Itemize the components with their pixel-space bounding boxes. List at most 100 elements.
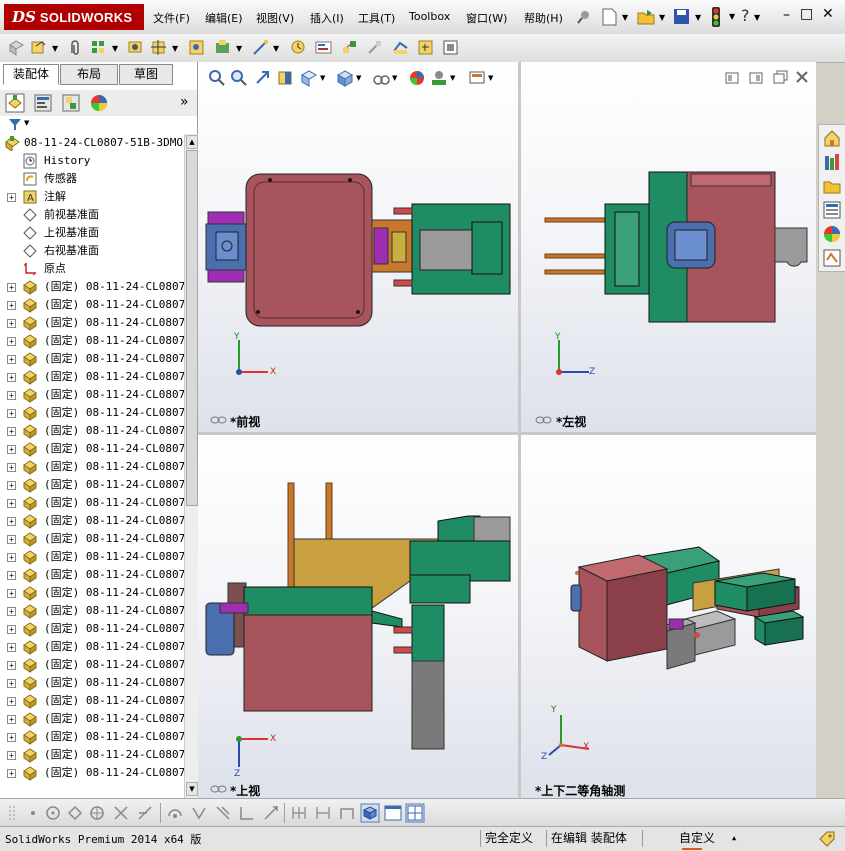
new-dropdown-arrow[interactable]: ▼ xyxy=(622,13,628,22)
tree-item-history[interactable]: History xyxy=(0,152,184,170)
property-manager-tab-icon[interactable] xyxy=(33,93,53,113)
filter-dropdown-arrow[interactable]: ▼ xyxy=(24,119,29,127)
tree-item-component[interactable]: + (固定) 08-11-24-CL0807- xyxy=(0,350,184,368)
expand-toggle[interactable]: + xyxy=(7,391,16,400)
take-snapshot-icon[interactable] xyxy=(442,39,459,56)
tree-item-component[interactable]: + (固定) 08-11-24-CL0807- xyxy=(0,584,184,602)
viewport-front[interactable]: ▼ ▼ ▼ ▼ ▼ Y X *前视 xyxy=(198,62,518,432)
mate-icon[interactable] xyxy=(30,39,47,56)
appearances-scenes-icon[interactable] xyxy=(822,224,842,244)
line-icon[interactable] xyxy=(262,804,280,822)
tree-item-component[interactable]: + (固定) 08-11-24-CL0807- xyxy=(0,296,184,314)
tree-item-component[interactable]: + (固定) 08-11-24-CL0807- xyxy=(0,764,184,782)
menu-help[interactable]: 帮助(H) xyxy=(524,10,563,26)
expand-toggle[interactable]: + xyxy=(7,481,16,490)
tree-root[interactable]: 08-11-24-CL0807-51B-3DMOLD xyxy=(0,134,184,152)
circle-icon[interactable] xyxy=(44,804,62,822)
scroll-up-arrow[interactable]: ▲ xyxy=(186,135,198,149)
exploded-view-icon[interactable] xyxy=(341,39,358,56)
expand-toggle[interactable]: + xyxy=(7,499,16,508)
units-selector[interactable]: 自定义 xyxy=(642,830,769,847)
tree-item-component[interactable]: + (固定) 08-11-24-CL0807- xyxy=(0,656,184,674)
paperclip-icon[interactable] xyxy=(67,39,84,56)
viewport-top[interactable]: Z X *上视 xyxy=(198,435,518,798)
new-motion-study-icon[interactable] xyxy=(290,39,307,56)
expand-toggle[interactable]: + xyxy=(7,373,16,382)
menu-file[interactable]: 文件(F) xyxy=(153,10,190,26)
expand-toggle[interactable]: + xyxy=(7,751,16,760)
expand-toggle[interactable]: + xyxy=(7,625,16,634)
bill-of-materials-icon[interactable] xyxy=(315,39,332,56)
expand-toggle[interactable]: + xyxy=(7,571,16,580)
tree-item-component[interactable]: + (固定) 08-11-24-CL0807- xyxy=(0,746,184,764)
file-explorer-icon[interactable] xyxy=(822,176,842,196)
save-icon[interactable] xyxy=(673,8,691,26)
relations-icon[interactable] xyxy=(338,804,356,822)
tree-item-component[interactable]: + (固定) 08-11-24-CL0807- xyxy=(0,674,184,692)
smart-fasteners-icon[interactable] xyxy=(127,39,144,56)
offset-icon[interactable] xyxy=(166,804,184,822)
menu-tools[interactable]: 工具(T) xyxy=(358,10,395,26)
insert-components-icon[interactable] xyxy=(8,39,25,56)
linear-pattern-icon[interactable] xyxy=(90,39,107,56)
instant3d-icon[interactable] xyxy=(392,39,409,56)
tree-item-component[interactable]: + (固定) 08-11-24-CL0807- xyxy=(0,314,184,332)
viewport-separator-vertical[interactable] xyxy=(518,62,521,798)
help-icon[interactable]: ? xyxy=(741,6,750,25)
new-document-icon[interactable] xyxy=(601,8,617,26)
tree-item-component[interactable]: + (固定) 08-11-24-CL0807- xyxy=(0,566,184,584)
solidworks-resources-icon[interactable] xyxy=(822,128,842,148)
viewport-left[interactable]: Y Z *左视 xyxy=(521,62,816,432)
point-icon[interactable] xyxy=(26,805,40,821)
tab-layout[interactable]: 布局 xyxy=(60,64,118,85)
four-view-icon[interactable] xyxy=(405,803,425,823)
tree-item-component[interactable]: + (固定) 08-11-24-CL0807- xyxy=(0,548,184,566)
custom-properties-icon[interactable] xyxy=(822,248,842,268)
menu-edit[interactable]: 编辑(E) xyxy=(205,10,243,26)
expand-toggle[interactable]: + xyxy=(7,679,16,688)
expand-toggle[interactable]: + xyxy=(7,337,16,346)
expand-toggle[interactable]: + xyxy=(7,319,16,328)
dimension-icon[interactable] xyxy=(314,804,332,822)
rebuild-traffic-light-icon[interactable] xyxy=(710,7,722,27)
fillet-icon[interactable] xyxy=(214,804,232,822)
tag-icon[interactable] xyxy=(818,830,836,848)
tree-item-origin[interactable]: 原点 xyxy=(0,260,184,278)
expand-toggle[interactable]: + xyxy=(7,607,16,616)
tree-item-component[interactable]: + (固定) 08-11-24-CL0807- xyxy=(0,476,184,494)
expand-toggle[interactable]: + xyxy=(7,715,16,724)
move-component-icon[interactable] xyxy=(150,39,167,56)
minimize-button[interactable]: – xyxy=(783,7,790,23)
tree-item-plane[interactable]: 右视基准面 xyxy=(0,242,184,260)
open-folder-icon[interactable] xyxy=(637,8,655,26)
show-hidden-icon[interactable] xyxy=(188,39,205,56)
filter-icon[interactable] xyxy=(8,118,22,131)
tree-item-component[interactable]: + (固定) 08-11-24-CL0807- xyxy=(0,404,184,422)
mirror-icon[interactable] xyxy=(190,804,208,822)
display-manager-tab-icon[interactable] xyxy=(89,93,109,113)
tree-item-component[interactable]: + (固定) 08-11-24-CL0807- xyxy=(0,368,184,386)
update-speedpak-icon[interactable] xyxy=(417,39,434,56)
units-dropdown-arrow[interactable]: ▲ xyxy=(732,834,736,842)
mate-dropdown-arrow[interactable]: ▼ xyxy=(52,44,58,53)
tree-item-plane[interactable]: 前视基准面 xyxy=(0,206,184,224)
more-tabs-icon[interactable]: » xyxy=(180,94,189,110)
menu-toolbox[interactable]: Toolbox xyxy=(409,10,450,23)
expand-toggle[interactable]: + xyxy=(7,427,16,436)
extend-icon[interactable] xyxy=(136,804,154,822)
pattern-dropdown-arrow[interactable]: ▼ xyxy=(112,44,118,53)
assembly-features-icon[interactable] xyxy=(214,39,231,56)
expand-toggle[interactable]: + xyxy=(7,355,16,364)
scroll-down-arrow[interactable]: ▼ xyxy=(186,782,198,796)
tree-item-component[interactable]: + (固定) 08-11-24-CL0807- xyxy=(0,440,184,458)
reference-dropdown-arrow[interactable]: ▼ xyxy=(273,44,279,53)
tree-item-component[interactable]: + (固定) 08-11-24-CL0807- xyxy=(0,386,184,404)
polygon-icon[interactable] xyxy=(66,804,84,822)
tree-item-component[interactable]: + (固定) 08-11-24-CL0807- xyxy=(0,332,184,350)
tree-item-component[interactable]: + (固定) 08-11-24-CL0807- xyxy=(0,620,184,638)
tab-sketch[interactable]: 草图 xyxy=(119,64,173,85)
expand-toggle[interactable]: + xyxy=(7,589,16,598)
expand-toggle[interactable]: + xyxy=(7,517,16,526)
tree-item-component[interactable]: + (固定) 08-11-24-CL0807- xyxy=(0,278,184,296)
expand-toggle[interactable]: + xyxy=(7,283,16,292)
